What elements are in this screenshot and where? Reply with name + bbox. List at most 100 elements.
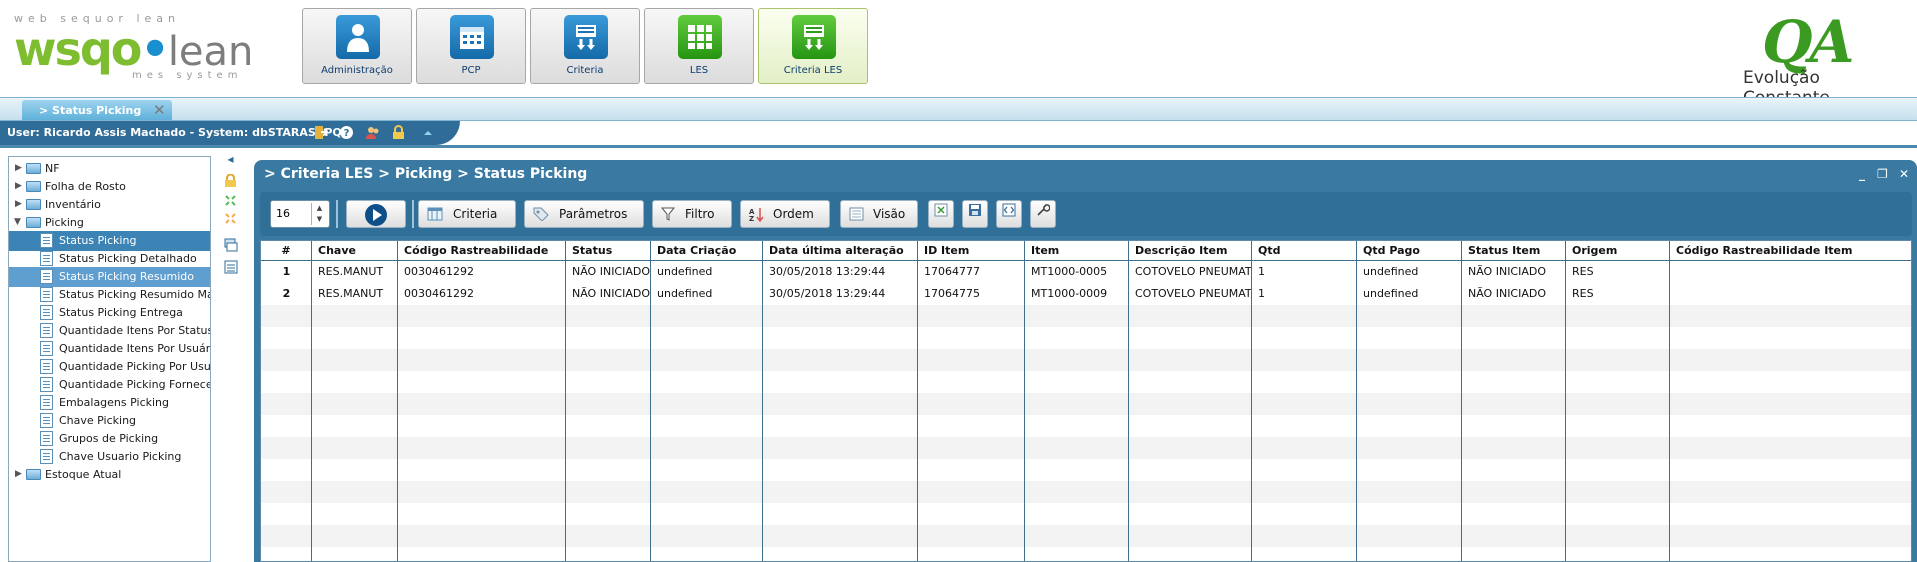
- help-icon[interactable]: ?: [338, 124, 355, 141]
- column-header-id-item[interactable]: ID Item: [918, 241, 1025, 261]
- page-size-input[interactable]: [276, 207, 306, 220]
- criteria-label: Criteria: [453, 207, 498, 221]
- tree-item-embalagens-picking[interactable]: Embalagens Picking: [9, 393, 210, 413]
- tree-item-grupos-picking[interactable]: Grupos de Picking: [9, 429, 210, 449]
- logo-subtitle: mes system: [132, 70, 243, 81]
- column-header-data-ultima-alteracao[interactable]: Data última alteração: [763, 241, 918, 261]
- tree-item-quantidade-picking-usuario[interactable]: Quantidade Picking Por Usuá: [9, 357, 210, 377]
- collapse-left-icon[interactable]: ◂: [223, 152, 238, 167]
- collapse-all-icon[interactable]: [223, 212, 238, 227]
- document-tab-strip: > Status Picking ✕: [0, 97, 1917, 121]
- column-header-item[interactable]: Item: [1025, 241, 1129, 261]
- tree-item-label: Status Picking: [59, 234, 137, 247]
- tree-item-status-picking-resumido-mar[interactable]: Status Picking Resumido Mar: [9, 285, 210, 305]
- tree-item-chave-usuario-picking[interactable]: Chave Usuario Picking: [9, 447, 210, 467]
- grid-empty-row: [261, 525, 1911, 547]
- tree-item-quantidade-itens-status[interactable]: Quantidade Itens Por Status: [9, 321, 210, 341]
- expand-arrow-icon[interactable]: ▶: [15, 199, 22, 209]
- column-header-qtd-pago[interactable]: Qtd Pago: [1357, 241, 1462, 261]
- page-icon: [40, 377, 53, 392]
- users-icon[interactable]: [364, 124, 381, 141]
- criteria-icon: [792, 15, 836, 59]
- filtro-button[interactable]: Filtro: [652, 200, 732, 228]
- column-divider: [311, 241, 312, 561]
- svg-text:Z: Z: [749, 215, 754, 222]
- minimize-button[interactable]: _: [1859, 167, 1865, 181]
- stepper-arrows-icon[interactable]: ▲ ▼: [311, 203, 327, 225]
- close-tab-icon[interactable]: ✕: [153, 101, 166, 119]
- run-query-button[interactable]: [346, 200, 406, 228]
- collapse-arrow-icon[interactable]: ▼: [14, 217, 21, 227]
- cell-chave: RES.MANUT: [318, 265, 384, 278]
- export-excel-button[interactable]: [928, 200, 954, 228]
- module-label: PCP: [461, 65, 481, 76]
- expand-all-icon[interactable]: [223, 194, 238, 209]
- module-pcp[interactable]: PCP: [416, 8, 526, 84]
- module-criteria[interactable]: Criteria: [530, 8, 640, 84]
- module-criteria-les[interactable]: Criteria LES: [758, 8, 868, 84]
- tree-item-status-picking[interactable]: Status Picking: [9, 231, 210, 251]
- parametros-button[interactable]: Parâmetros: [524, 200, 644, 228]
- windows-icon[interactable]: [223, 238, 238, 253]
- settings-button[interactable]: [1030, 200, 1056, 228]
- cell-id-item: 17064775: [924, 287, 980, 300]
- tree-item-status-picking-resumido[interactable]: Status Picking Resumido: [9, 267, 210, 287]
- table-row[interactable]: 2 RES.MANUT 0030461292 NÃO INICIADO unde…: [261, 283, 1911, 305]
- tree-item-chave-picking[interactable]: Chave Picking: [9, 411, 210, 431]
- column-header-origem[interactable]: Origem: [1566, 241, 1670, 261]
- tree-item-status-picking-entrega[interactable]: Status Picking Entrega: [9, 303, 210, 323]
- tree-item-quantidade-itens-usuario[interactable]: Quantidade Itens Por Usuáric: [9, 339, 210, 359]
- tree-item-label: Inventário: [45, 198, 101, 211]
- folder-icon: [26, 181, 41, 192]
- column-header-codigo-rastreabilidade[interactable]: Código Rastreabilidade: [398, 241, 566, 261]
- expand-arrow-icon[interactable]: ▶: [15, 181, 22, 191]
- tree-item-inventario[interactable]: ▶ Inventário: [9, 195, 210, 215]
- column-header-codigo-rastreabilidade-item[interactable]: Código Rastreabilidade Item: [1670, 241, 1911, 261]
- module-administracao[interactable]: Administração: [302, 8, 412, 84]
- save-button[interactable]: [962, 200, 988, 228]
- list-icon[interactable]: [223, 260, 238, 275]
- module-les[interactable]: LES: [644, 8, 754, 84]
- tree-item-picking[interactable]: ▼ Picking: [9, 213, 210, 233]
- tab-status-picking[interactable]: > Status Picking ✕: [22, 100, 172, 120]
- module-label: LES: [689, 65, 709, 76]
- tree-item-label: Grupos de Picking: [59, 432, 159, 445]
- column-header-status[interactable]: Status: [566, 241, 651, 261]
- code-button[interactable]: [996, 200, 1022, 228]
- column-header-chave[interactable]: Chave: [312, 241, 398, 261]
- tree-item-nf[interactable]: ▶ NF: [9, 159, 210, 179]
- expand-arrow-icon[interactable]: ▶: [15, 163, 22, 173]
- excel-icon: [934, 203, 948, 221]
- page-icon: [40, 323, 53, 338]
- ordem-button[interactable]: AZ Ordem: [740, 200, 830, 228]
- lock-icon[interactable]: [223, 173, 238, 189]
- tree-item-label: Embalagens Picking: [59, 396, 170, 409]
- tree-item-estoque-atual[interactable]: ▶ Estoque Atual: [9, 465, 210, 485]
- cell-qtd: 1: [1258, 265, 1265, 278]
- column-header-descricao-item[interactable]: Descrição Item: [1129, 241, 1252, 261]
- tree-item-label: Status Picking Detalhado: [59, 252, 197, 265]
- tree-item-status-picking-detalhado[interactable]: Status Picking Detalhado: [9, 249, 210, 269]
- parametros-label: Parâmetros: [559, 207, 628, 221]
- visao-button[interactable]: Visão: [840, 200, 918, 228]
- cell-origem: RES: [1572, 265, 1594, 278]
- tree-item-folha-de-rosto[interactable]: ▶ Folha de Rosto: [9, 177, 210, 197]
- cell-codigo-rastreabilidade: 0030461292: [404, 287, 474, 300]
- lock-icon[interactable]: [390, 124, 407, 141]
- exit-icon[interactable]: [312, 124, 329, 141]
- module-label: Criteria LES: [783, 65, 843, 76]
- cell-status: NÃO INICIADO: [572, 287, 651, 300]
- restore-button[interactable]: ❐: [1877, 167, 1888, 181]
- column-header-status-item[interactable]: Status Item: [1462, 241, 1566, 261]
- page-size-stepper[interactable]: ▲▼: [270, 200, 330, 228]
- expand-arrow-icon[interactable]: ▶: [15, 469, 22, 479]
- column-header-data-criacao[interactable]: Data Criação: [651, 241, 763, 261]
- column-header-qtd[interactable]: Qtd: [1252, 241, 1357, 261]
- tree-item-quantidade-picking-fornecedor[interactable]: Quantidade Picking Forneced: [9, 375, 210, 395]
- column-header-index[interactable]: #: [261, 241, 312, 261]
- collapse-up-icon[interactable]: [419, 124, 436, 141]
- criteria-button[interactable]: Criteria: [418, 200, 516, 228]
- results-grid: # Chave Código Rastreabilidade Status Da…: [260, 240, 1912, 562]
- close-panel-button[interactable]: ✕: [1899, 167, 1909, 181]
- table-row[interactable]: 1 RES.MANUT 0030461292 NÃO INICIADO unde…: [261, 261, 1911, 283]
